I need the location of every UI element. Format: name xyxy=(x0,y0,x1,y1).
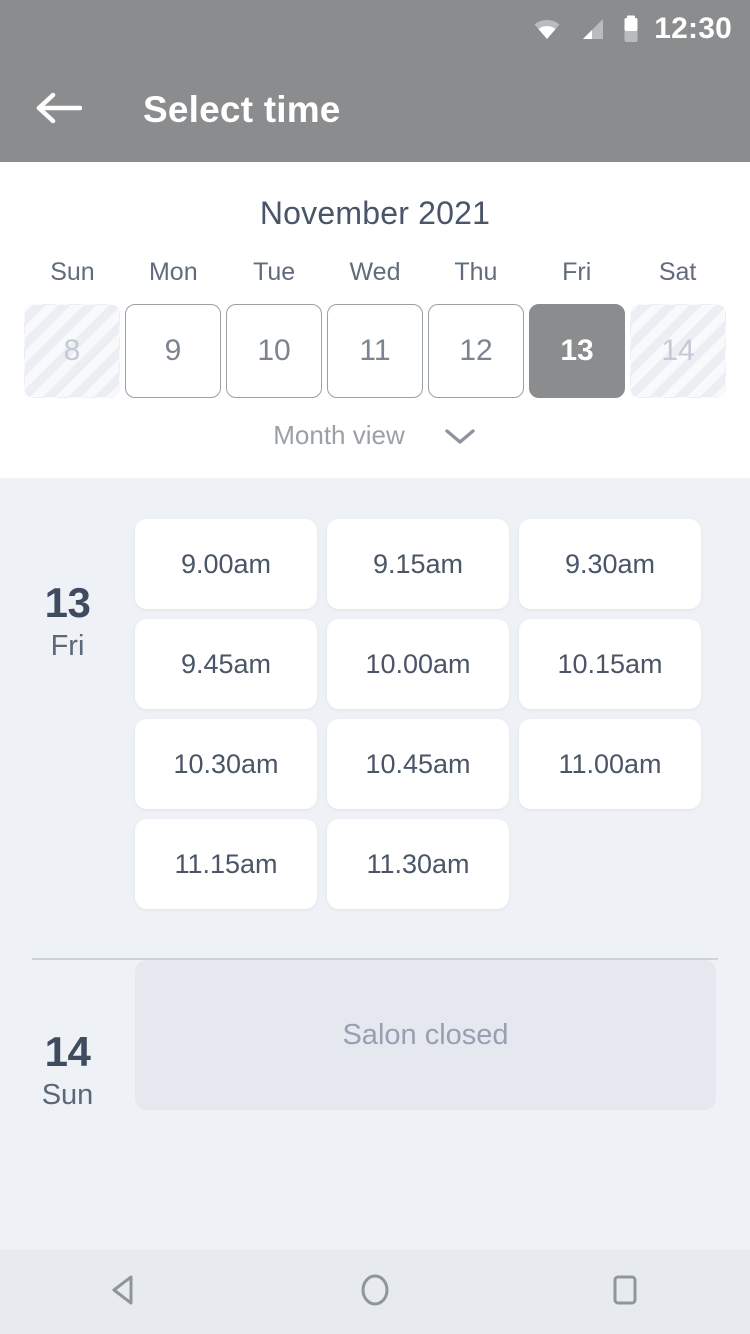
weekday-label: Thu xyxy=(454,258,498,286)
schedule-day-label: 14 Sun xyxy=(0,960,135,1112)
time-slot[interactable]: 9.00am xyxy=(135,519,317,609)
back-button[interactable] xyxy=(22,73,96,147)
status-clock: 12:30 xyxy=(654,12,732,45)
nav-home-button[interactable] xyxy=(320,1250,430,1334)
weekday-label: Fri xyxy=(562,258,592,286)
arrow-left-icon xyxy=(36,91,83,130)
status-icons xyxy=(532,15,640,43)
weekday-label: Sat xyxy=(658,258,697,286)
time-slot[interactable]: 9.45am xyxy=(135,619,317,709)
signal-icon xyxy=(579,17,605,41)
schedule-day-group: 13 Fri 9.00am 9.15am 9.30am 9.45am 10.00am 10.1… xyxy=(0,478,750,909)
calendar-month-title: November 2021 xyxy=(259,195,491,231)
nav-back-icon xyxy=(105,1270,145,1315)
weekday-label: Tue xyxy=(253,258,296,286)
calendar-day-11[interactable]: 11 xyxy=(327,304,423,398)
calendar-weekday-row: Sun Mon Tue Wed Thu Fri Sat xyxy=(0,258,750,287)
calendar-day-9[interactable]: 9 xyxy=(125,304,221,398)
schedule-day-group: 14 Sun Salon closed xyxy=(0,960,750,1112)
weekday-label: Sun xyxy=(50,258,95,286)
wifi-icon xyxy=(532,17,562,41)
schedule-day-weekday: Fri xyxy=(50,630,85,663)
time-slot[interactable]: 9.30am xyxy=(519,519,701,609)
time-slot[interactable]: 11.00am xyxy=(519,719,701,809)
calendar-day-row: 8 9 10 11 12 13 14 xyxy=(0,304,750,398)
schedule-day-number: 13 xyxy=(44,579,91,626)
page-title: Select time xyxy=(143,89,341,130)
schedule-day-weekday: Sun xyxy=(41,1079,94,1112)
phone-screen: 12:30 Select time November 2021 Sun Mon … xyxy=(0,0,750,1334)
schedule-day-number: 14 xyxy=(44,1028,91,1075)
battery-icon xyxy=(622,15,640,43)
nav-recents-button[interactable] xyxy=(570,1250,680,1334)
calendar-panel: November 2021 Sun Mon Tue Wed Thu Fri Sa… xyxy=(0,162,750,478)
android-nav-bar xyxy=(0,1250,750,1334)
time-slot[interactable]: 10.15am xyxy=(519,619,701,709)
nav-back-button[interactable] xyxy=(70,1250,180,1334)
chevron-down-icon xyxy=(443,426,477,446)
nav-home-icon xyxy=(355,1270,395,1315)
calendar-day-12[interactable]: 12 xyxy=(428,304,524,398)
time-slot[interactable]: 10.30am xyxy=(135,719,317,809)
weekday-label: Wed xyxy=(349,258,401,286)
nav-recents-icon xyxy=(605,1270,645,1315)
time-slot[interactable]: 9.15am xyxy=(327,519,509,609)
calendar-day-8: 8 xyxy=(24,304,120,398)
month-view-label: Month view xyxy=(273,420,405,450)
schedule-divider-wrap xyxy=(0,909,750,960)
weekday-label: Mon xyxy=(148,258,198,286)
time-slot-grid: 9.00am 9.15am 9.30am 9.45am 10.00am 10.15am 10… xyxy=(135,519,750,909)
salon-closed-card: Salon closed xyxy=(135,960,716,1110)
app-bar: Select time xyxy=(0,58,750,162)
time-slot[interactable]: 10.00am xyxy=(327,619,509,709)
calendar-day-10[interactable]: 10 xyxy=(226,304,322,398)
time-slot[interactable]: 11.30am xyxy=(327,819,509,909)
schedule-day-label: 13 Fri xyxy=(0,519,135,909)
time-slot[interactable]: 11.15am xyxy=(135,819,317,909)
status-bar: 12:30 xyxy=(0,0,750,58)
time-slot[interactable]: 10.45am xyxy=(327,719,509,809)
calendar-day-14: 14 xyxy=(630,304,726,398)
schedule-area: 13 Fri 9.00am 9.15am 9.30am 9.45am 10.00am 10.1… xyxy=(0,478,750,1250)
month-view-toggle[interactable]: Month view xyxy=(0,420,750,451)
calendar-day-13[interactable]: 13 xyxy=(529,304,625,398)
